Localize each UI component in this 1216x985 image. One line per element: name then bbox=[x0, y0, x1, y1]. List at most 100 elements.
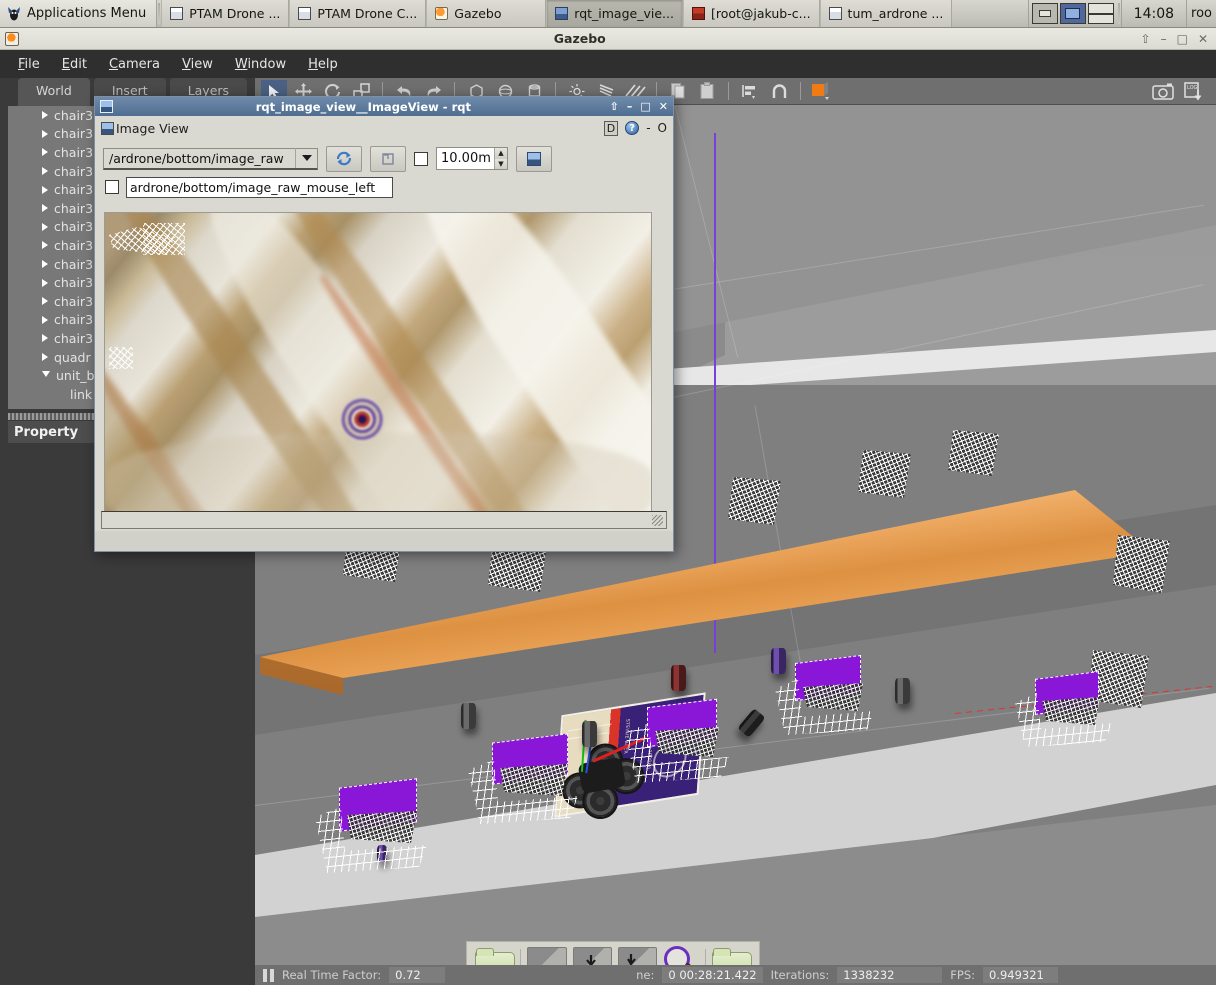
spinner-up-icon[interactable]: ▲ bbox=[495, 148, 507, 159]
user-label: roo bbox=[1191, 6, 1212, 21]
paste-icon[interactable] bbox=[694, 80, 720, 102]
chair-purple[interactable] bbox=[775, 645, 889, 740]
menu-view[interactable]: View bbox=[172, 53, 223, 76]
gazebo-icon bbox=[435, 7, 449, 20]
help-icon[interactable]: ? bbox=[625, 121, 640, 135]
chevron-right-icon[interactable] bbox=[42, 204, 48, 213]
gazebo-toolbar-right: LOG bbox=[1150, 80, 1216, 102]
taskbar-item-ptam-drone-2[interactable]: PTAM Drone C... bbox=[289, 0, 427, 27]
chevron-right-icon[interactable] bbox=[42, 260, 48, 269]
wireframe-marker-chair bbox=[143, 223, 185, 255]
tab-world[interactable]: World bbox=[18, 78, 90, 106]
shade-button[interactable]: ⇧ bbox=[1141, 32, 1151, 46]
view-mode-icon[interactable] bbox=[809, 80, 835, 102]
publish-click-location-checkbox[interactable] bbox=[105, 180, 119, 194]
spinner-buttons[interactable]: ▲ ▼ bbox=[494, 148, 507, 169]
tree-item-label: quadr bbox=[54, 349, 91, 365]
taskbar-item-label: PTAM Drone ... bbox=[189, 6, 281, 21]
menu-edit[interactable]: Edit bbox=[52, 53, 97, 76]
chevron-right-icon[interactable] bbox=[42, 129, 48, 138]
chevron-right-icon[interactable] bbox=[42, 167, 48, 176]
wireframe-chair bbox=[725, 477, 787, 527]
window-icon bbox=[170, 7, 184, 20]
resize-grip[interactable] bbox=[652, 515, 663, 526]
user-indicator[interactable]: roo bbox=[1186, 0, 1216, 27]
maximize-icon[interactable]: □ bbox=[640, 100, 650, 113]
clock[interactable]: 14:08 bbox=[1120, 0, 1186, 27]
tree-item-label: link bbox=[70, 386, 93, 402]
rqt-image-view-window[interactable]: rqt_image_view__ImageView - rqt ⇧ – □ ✕ … bbox=[94, 96, 674, 552]
mouse-topic-input[interactable]: ardrone/bottom/image_raw_mouse_left bbox=[126, 176, 393, 198]
taskbar-item-terminal[interactable]: [root@jakub-c... bbox=[682, 0, 820, 27]
taskbar-item-rqt-image-view[interactable]: rqt_image_vie... bbox=[546, 0, 683, 27]
chevron-right-icon[interactable] bbox=[42, 148, 48, 157]
chair-back-mesh bbox=[500, 764, 568, 796]
tree-item-label: chair3 bbox=[54, 182, 94, 198]
chevron-right-icon[interactable] bbox=[42, 241, 48, 250]
camera-image-canvas[interactable] bbox=[104, 212, 652, 522]
chair-purple[interactable] bbox=[468, 720, 596, 828]
tree-item-label: chair3 bbox=[54, 163, 94, 179]
taskbar-separator bbox=[1117, 3, 1120, 24]
shade-icon[interactable]: ⇧ bbox=[610, 100, 619, 113]
menu-camera[interactable]: Camera bbox=[99, 53, 170, 76]
topic-combo[interactable]: /ardrone/bottom/image_raw bbox=[103, 147, 318, 170]
dynamic-range-checkbox[interactable] bbox=[414, 151, 428, 166]
menu-file[interactable]: File bbox=[8, 53, 50, 76]
workspace-1[interactable] bbox=[1031, 3, 1058, 24]
chair-purple[interactable] bbox=[625, 687, 745, 787]
undock-icon[interactable]: D bbox=[603, 120, 619, 136]
chevron-down-icon[interactable] bbox=[295, 148, 317, 168]
close-icon[interactable]: ✕ bbox=[659, 100, 668, 113]
chevron-right-icon[interactable] bbox=[42, 315, 48, 324]
mouse-topic-value: ardrone/bottom/image_raw_mouse_left bbox=[130, 179, 376, 195]
gazebo-titlebar: Gazebo ⇧ – □ ✕ bbox=[0, 28, 1216, 50]
save-image-button[interactable] bbox=[516, 145, 552, 172]
workspace-2-active[interactable] bbox=[1059, 3, 1086, 24]
spinner-down-icon[interactable]: ▼ bbox=[495, 158, 507, 169]
log-record-icon[interactable]: LOG bbox=[1180, 80, 1206, 102]
minimize-button[interactable]: – bbox=[1161, 32, 1167, 46]
applications-menu-button[interactable]: Applications Menu bbox=[0, 0, 158, 27]
align-icon[interactable] bbox=[737, 80, 763, 102]
rqt-titlebar[interactable]: rqt_image_view__ImageView - rqt ⇧ – □ ✕ bbox=[95, 97, 673, 116]
chevron-right-icon[interactable] bbox=[42, 353, 48, 362]
menu-window[interactable]: Window bbox=[225, 53, 296, 76]
chevron-right-icon[interactable] bbox=[42, 278, 48, 287]
gazebo-window-buttons: ⇧ – □ ✕ bbox=[1141, 32, 1216, 46]
close-button[interactable]: ✕ bbox=[1198, 32, 1208, 46]
chair-purple[interactable] bbox=[1015, 661, 1127, 753]
screenshot-icon[interactable] bbox=[1150, 80, 1176, 102]
minimize-icon[interactable]: – bbox=[627, 100, 633, 113]
plugin-minimize-button[interactable]: - bbox=[646, 121, 650, 135]
fps-value: 0.949321 bbox=[983, 967, 1058, 983]
chevron-right-icon[interactable] bbox=[42, 111, 48, 120]
plugin-close-button[interactable]: O bbox=[658, 121, 667, 135]
refresh-topics-button[interactable] bbox=[326, 145, 362, 172]
screen-root: Applications Menu PTAM Drone ... PTAM Dr… bbox=[0, 0, 1216, 985]
gazebo-window-title: Gazebo bbox=[553, 31, 606, 46]
max-range-spinbox[interactable]: 10.00m ▲ ▼ bbox=[436, 147, 508, 170]
chevron-right-icon[interactable] bbox=[42, 334, 48, 343]
chevron-down-icon[interactable] bbox=[42, 370, 50, 381]
taskbar-item-gazebo[interactable]: Gazebo bbox=[426, 0, 547, 27]
rotate-image-button[interactable] bbox=[370, 145, 406, 172]
taskbar-item-label: rqt_image_vie... bbox=[574, 6, 674, 21]
workspace-pager[interactable] bbox=[1027, 0, 1117, 27]
chevron-right-icon[interactable] bbox=[42, 222, 48, 231]
chevron-right-icon[interactable] bbox=[42, 297, 48, 306]
pause-icon[interactable] bbox=[263, 968, 274, 982]
tree-item-label: chair3 bbox=[54, 256, 94, 272]
snap-icon[interactable] bbox=[766, 80, 792, 102]
menu-help[interactable]: Help bbox=[298, 53, 348, 76]
taskbar-item-ptam-drone-1[interactable]: PTAM Drone ... bbox=[161, 0, 290, 27]
chair-purple[interactable] bbox=[315, 765, 445, 875]
workspace-3[interactable] bbox=[1087, 3, 1114, 24]
chevron-right-icon[interactable] bbox=[42, 185, 48, 194]
taskbar-item-tum-ardrone[interactable]: tum_ardrone ... bbox=[819, 0, 953, 27]
maximize-button[interactable]: □ bbox=[1177, 32, 1188, 46]
rotate-icon bbox=[382, 152, 394, 165]
chair-mesh bbox=[858, 450, 911, 498]
cup-on-table bbox=[895, 678, 910, 704]
iterations-value: 1338232 bbox=[837, 967, 943, 983]
